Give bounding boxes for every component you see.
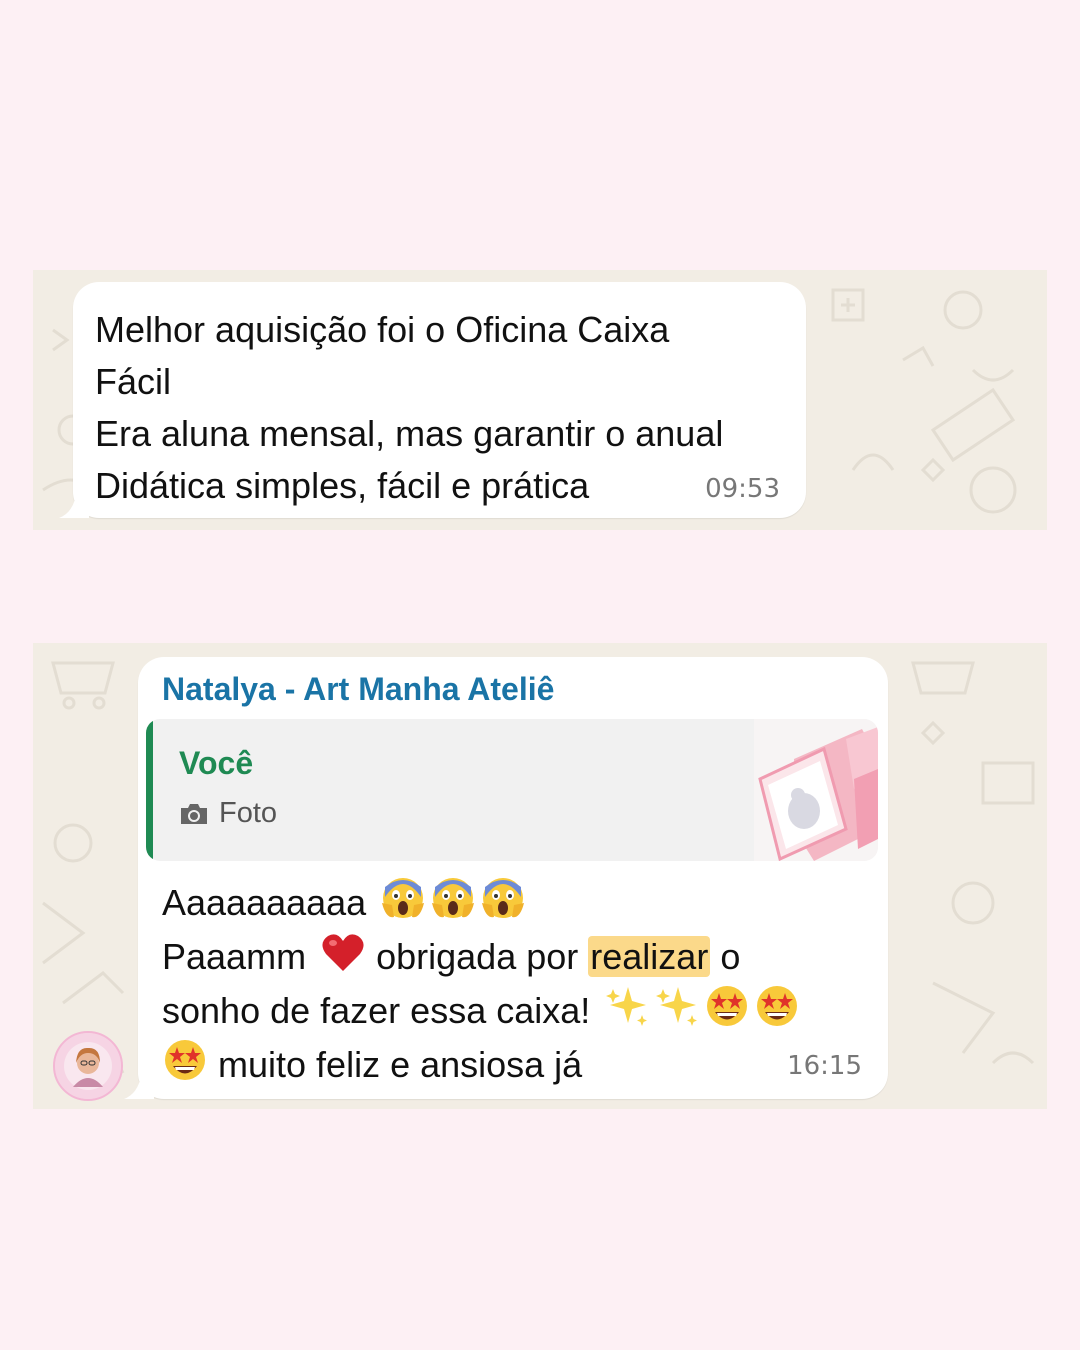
message-timestamp: 16:15 (787, 1051, 862, 1081)
bubble-tail (59, 488, 89, 518)
message-line: muito feliz e ansiosa já (218, 1044, 583, 1085)
message-timestamp: 09:53 (705, 474, 780, 504)
message-text: Aaaaaaaaaa Paaamm obrigada por realizar … (162, 875, 800, 1091)
bubble-tail (124, 1069, 154, 1099)
message-line: Melhor aquisição foi o Oficina Caixa (95, 309, 670, 350)
highlighted-search-term: realizar (588, 936, 711, 977)
incoming-message-bubble[interactable]: Melhor aquisição foi o Oficina Caixa Fác… (59, 282, 806, 518)
message-line: Era aluna mensal, mas garantir o anual (95, 413, 724, 454)
message-line: sonho de fazer essa caixa! (162, 990, 591, 1031)
heart-emoji-icon (320, 929, 366, 975)
sparkles-emoji-icon (604, 983, 650, 1029)
message-line: Fácil (95, 361, 172, 402)
star-struck-emoji-icon (754, 983, 800, 1029)
quote-accent-bar (146, 719, 153, 861)
message-line: Aaaaaaaaaa (162, 882, 367, 923)
chat-screenshot-1: Melhor aquisição foi o Oficina Caixa Fác… (33, 270, 1047, 530)
message-text: Melhor aquisição foi o Oficina Caixa Fác… (95, 304, 723, 512)
camera-icon (181, 803, 207, 824)
quoted-author: Você (179, 745, 254, 781)
star-struck-emoji-icon (162, 1037, 208, 1083)
quoted-photo-thumbnail (754, 719, 878, 861)
incoming-message-bubble[interactable]: Natalya - Art Manha Ateliê Você Foto Aaa… (124, 657, 888, 1099)
message-line: Didática simples, fácil e prática (95, 465, 590, 506)
avatar[interactable] (53, 1031, 123, 1101)
sender-name[interactable]: Natalya - Art Manha Ateliê (162, 671, 554, 708)
scream-emoji-icon (480, 875, 526, 921)
sparkles-emoji-icon (654, 983, 700, 1029)
message-fragment: o (720, 936, 741, 977)
message-fragment: Paaamm (162, 936, 307, 977)
quoted-meta: Foto (179, 797, 277, 830)
scream-emoji-icon (430, 875, 476, 921)
quoted-reply[interactable]: Você Foto (146, 719, 878, 861)
message-fragment: obrigada por (376, 936, 579, 977)
avatar-image (55, 1033, 121, 1099)
quoted-type-label: Foto (219, 797, 278, 829)
chat-screenshot-2: Natalya - Art Manha Ateliê Você Foto Aaa… (33, 643, 1047, 1109)
star-struck-emoji-icon (704, 983, 750, 1029)
scream-emoji-icon (380, 875, 426, 921)
